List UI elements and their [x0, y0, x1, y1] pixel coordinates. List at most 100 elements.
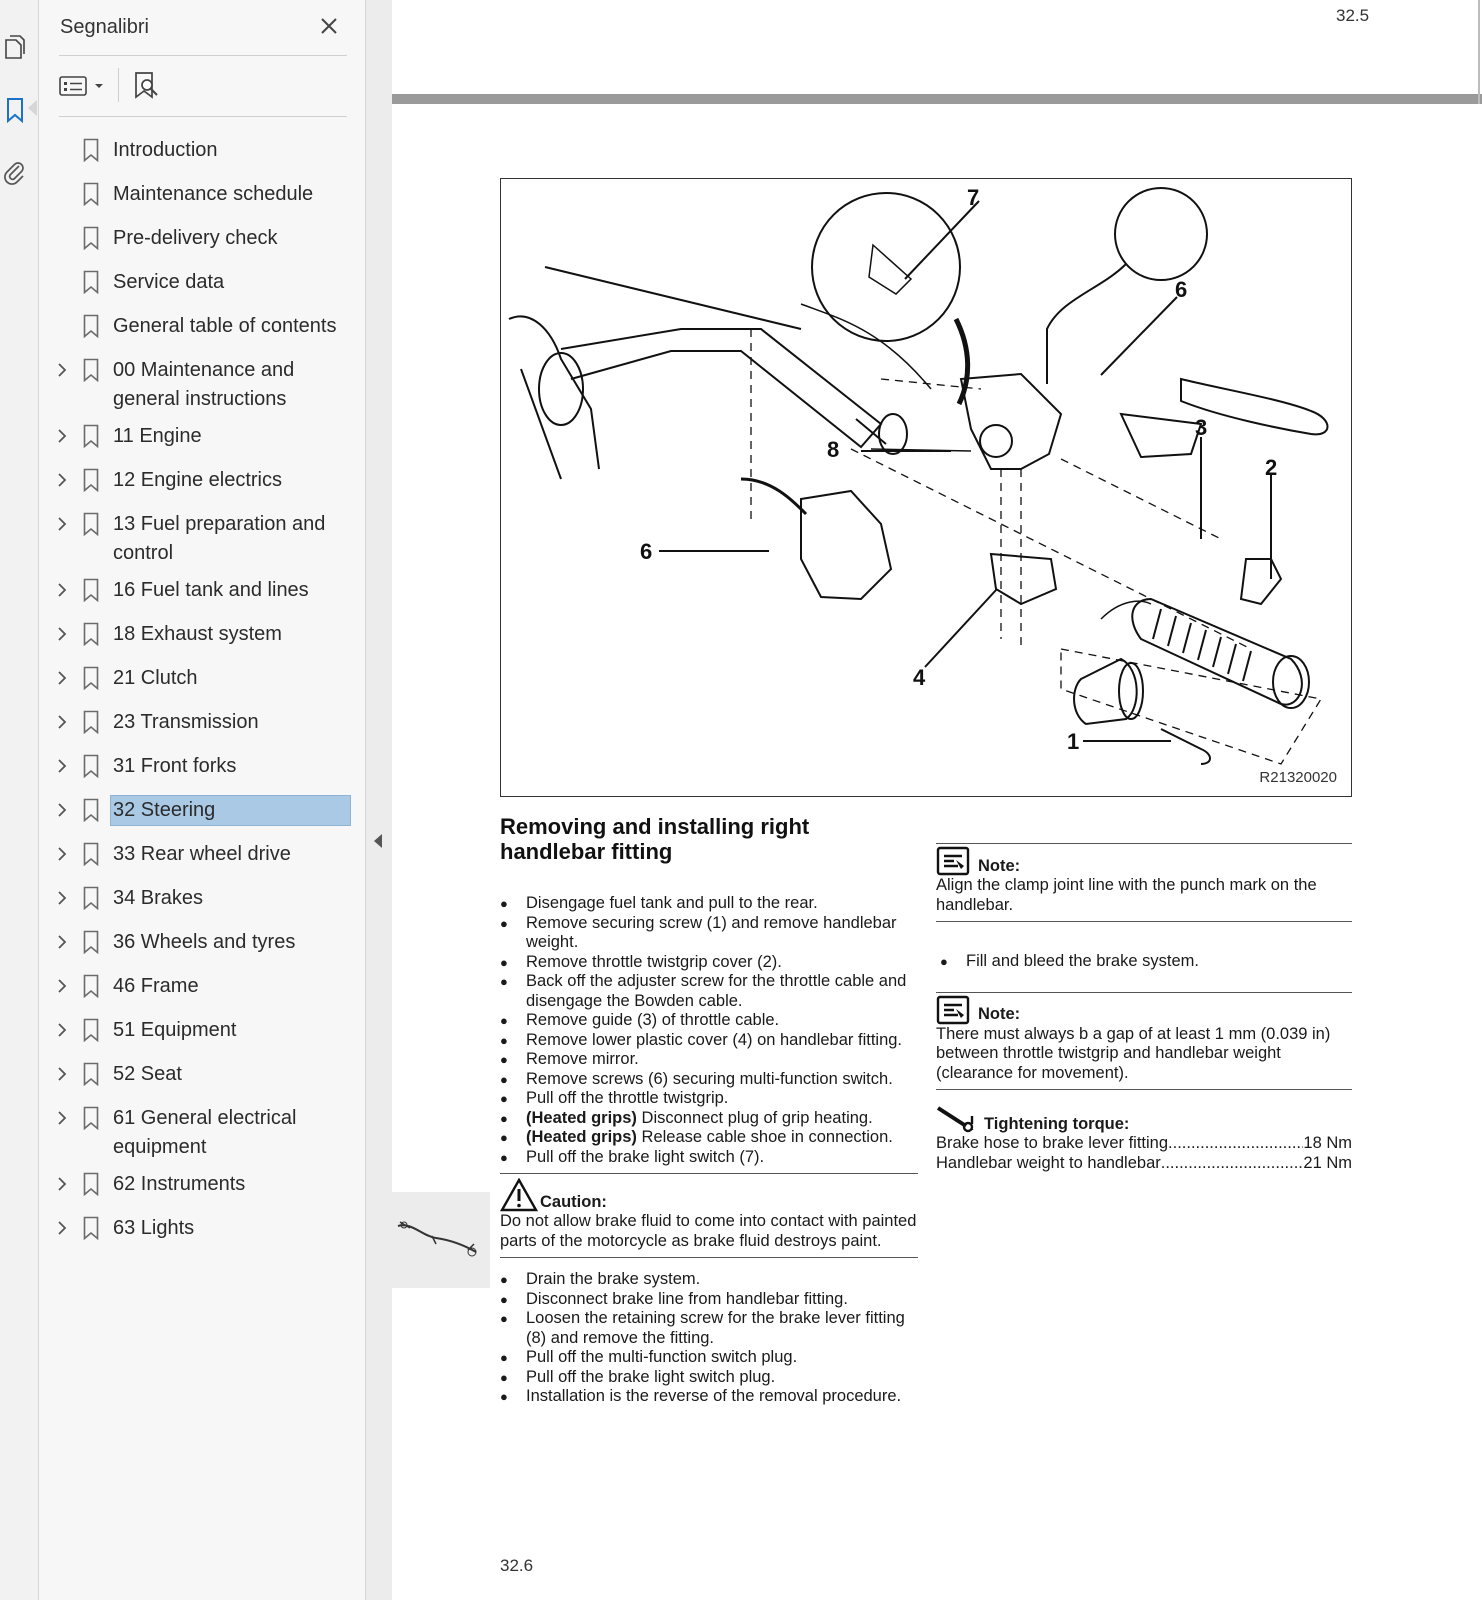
- page-header-bar: [392, 94, 1482, 104]
- divider: [936, 843, 1352, 844]
- find-bookmark-icon: [135, 72, 158, 99]
- chevron-right-icon[interactable]: [55, 714, 69, 730]
- bookmark-icon: [83, 182, 99, 206]
- callout-label: 8: [827, 437, 840, 462]
- dot-leader: [1161, 1154, 1304, 1174]
- chevron-right-icon[interactable]: [55, 890, 69, 906]
- step-text: Disconnect plug of grip heating.: [636, 1108, 873, 1127]
- bookmark-label: 33 Rear wheel drive: [113, 843, 291, 865]
- bottom-page-number: 32.6: [500, 1556, 534, 1575]
- divider: [500, 1173, 918, 1174]
- chevron-right-icon[interactable]: [55, 846, 69, 862]
- section-heading: Removing and installing right handlebar …: [500, 814, 810, 864]
- step-item: Disengage fuel tank and pull to the rear…: [500, 894, 918, 914]
- step-bold-prefix: (Heated grips): [526, 1108, 637, 1127]
- chevron-right-icon[interactable]: [55, 1220, 69, 1236]
- bookmark-icon: [83, 512, 99, 536]
- bookmark-icon: [83, 974, 99, 998]
- chevron-right-icon[interactable]: [55, 1022, 69, 1038]
- bookmark-icon: [83, 270, 99, 294]
- step-item: Remove securing screw (1) and remove han…: [500, 914, 918, 953]
- bookmark-label: 11 Engine: [113, 425, 202, 447]
- chevron-right-icon[interactable]: [55, 1066, 69, 1082]
- dot-leader: [1168, 1134, 1303, 1154]
- chevron-right-icon[interactable]: [55, 582, 69, 598]
- torque-label: Brake hose to brake lever fitting: [936, 1134, 1169, 1152]
- find-bookmark-button[interactable]: [129, 69, 163, 103]
- chevron-right-icon[interactable]: [55, 362, 69, 378]
- bookmark-icon: [83, 314, 99, 338]
- step-bold-prefix: (Heated grips): [526, 1128, 637, 1146]
- step-item: Drain the brake system.: [500, 1270, 918, 1290]
- callout-label: 7: [967, 185, 980, 210]
- attachments-icon[interactable]: [0, 158, 30, 188]
- divider: [936, 991, 1352, 993]
- bookmark-icon: [83, 226, 99, 250]
- bookmark-label: Introduction: [113, 139, 218, 161]
- chevron-right-icon[interactable]: [55, 802, 69, 818]
- caution-title: Caution:: [540, 1192, 607, 1211]
- chevron-right-icon[interactable]: [55, 428, 69, 444]
- chevron-right-icon[interactable]: [55, 472, 69, 488]
- page-thumbnails-icon[interactable]: [0, 32, 30, 62]
- step-item: Fill and bleed the brake system.: [940, 952, 1352, 972]
- torque-wrench-icon: [936, 1106, 974, 1133]
- list-options-icon: [59, 76, 87, 96]
- chevron-right-icon[interactable]: [55, 670, 69, 686]
- step-item: Remove mirror.: [500, 1050, 918, 1070]
- toolbar-separator: [118, 68, 119, 102]
- options-menu-button[interactable]: [59, 70, 109, 102]
- page-thumbnail[interactable]: [392, 1192, 490, 1288]
- chevron-right-icon[interactable]: [55, 1176, 69, 1192]
- close-panel-button[interactable]: [315, 12, 343, 40]
- chevron-right-icon[interactable]: [55, 626, 69, 642]
- chevron-right-icon[interactable]: [55, 934, 69, 950]
- chevron-right-icon[interactable]: [55, 978, 69, 994]
- bookmark-icon: [83, 358, 99, 382]
- bookmark-label: 21 Clutch: [113, 667, 198, 689]
- step-item: Disconnect brake line from handlebar fit…: [500, 1290, 918, 1310]
- bookmark-label: 36 Wheels and tyres: [113, 931, 296, 953]
- torque-value: 21 Nm: [1303, 1153, 1352, 1172]
- bookmark-icon: [83, 468, 99, 492]
- callout-label: 6: [640, 539, 653, 564]
- bookmark-label: 34 Brakes: [113, 887, 204, 909]
- chevron-right-icon[interactable]: [55, 758, 69, 774]
- bookmark-icon: [83, 798, 99, 822]
- bookmark-label: 12 Engine electrics: [113, 469, 282, 491]
- bookmark-label: 31 Front forks: [113, 755, 237, 777]
- collapse-panel-arrow-icon[interactable]: [374, 834, 382, 848]
- bookmark-icon: [83, 710, 99, 734]
- step-text: Release cable shoe in connection.: [636, 1128, 893, 1146]
- note-box: Note: Align the clamp joint line with th…: [936, 846, 1352, 915]
- step-item: Remove lower plastic cover (4) on handle…: [500, 1031, 918, 1051]
- bookmark-label: General table of contents: [113, 315, 337, 337]
- torque-label: Handlebar weight to handlebar: [936, 1153, 1161, 1172]
- callout-label: 4: [913, 665, 926, 690]
- warning-triangle-icon: [500, 1178, 538, 1212]
- bookmark-label: 46 Frame: [113, 975, 199, 997]
- top-page-number: 32.5: [1336, 6, 1370, 25]
- bookmark-label: Maintenance schedule: [113, 183, 314, 205]
- torque-value: 18 Nm: [1303, 1134, 1352, 1152]
- note-icon: [936, 846, 970, 876]
- callout-label: 2: [1265, 455, 1278, 480]
- panel-splitter[interactable]: [366, 0, 393, 1600]
- bookmark-icon: [83, 1106, 99, 1130]
- bookmark-label: 00 Maintenance and general instructions: [113, 359, 295, 410]
- bookmarks-panel: Segnalibri Introduction Maintenance sche…: [39, 0, 366, 1600]
- divider: [59, 55, 347, 56]
- chevron-right-icon[interactable]: [55, 516, 69, 532]
- panel-title: Segnalibri: [60, 16, 149, 38]
- bookmark-icon: [83, 578, 99, 602]
- bookmarks-icon[interactable]: [0, 95, 30, 125]
- bookmark-icon: [83, 666, 99, 690]
- step-item: Remove screws (6) securing multi-functio…: [500, 1070, 918, 1090]
- bookmark-label: Service data: [113, 271, 225, 293]
- bookmark-label: 63 Lights: [113, 1217, 195, 1239]
- step-item: Pull off the throttle twistgrip.: [500, 1089, 918, 1109]
- chevron-right-icon[interactable]: [55, 1110, 69, 1126]
- close-icon: [321, 18, 337, 34]
- exploded-view-figure: 7 6 8 3 2 6 4 1 R21320020: [500, 178, 1352, 797]
- bookmark-icon: [83, 886, 99, 910]
